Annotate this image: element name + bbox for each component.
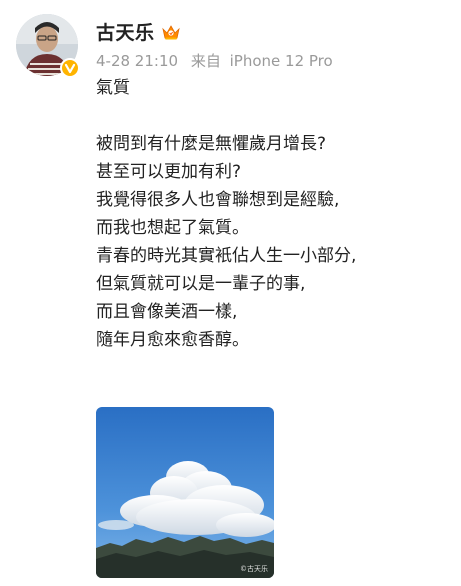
post-line: 青春的時光其實衹佔人生一小部分, [96,246,357,266]
username-row: 古天乐 [96,18,181,45]
post-device[interactable]: iPhone 12 Pro [230,52,333,70]
post-line: 但氣質就可以是一輩子的事, [96,274,306,294]
verified-v-icon [60,58,80,78]
post-line: 隨年月愈來愈香醇。 [96,330,249,350]
post-source-prefix: 来自 [190,52,221,70]
post-line: 甚至可以更加有利? [96,162,242,182]
post-line: 而我也想起了氣質。 [96,218,249,238]
post-line: 被問到有什麼是無懼歲月增長? [96,134,327,154]
post-line: 我覺得很多人也會聯想到是經驗, [96,190,340,210]
post-line-blank [96,102,356,130]
post-date: 4-28 21:10 [96,52,179,70]
cloud-over-mountains-photo[interactable]: ©古天乐 [96,407,274,578]
photo-watermark: ©古天乐 [240,565,268,573]
crown-icon[interactable] [161,23,181,41]
avatar[interactable] [16,14,80,78]
post-line: 而且會像美酒一樣, [96,302,238,322]
post-text: 氣質 被問到有什麼是無懼歲月增長? 甚至可以更加有利? 我覺得很多人也會聯想到是… [96,74,356,354]
username[interactable]: 古天乐 [96,18,155,45]
post-line: 氣質 [96,78,130,98]
post-meta: 4-28 21:10 来自 iPhone 12 Pro [96,50,333,71]
